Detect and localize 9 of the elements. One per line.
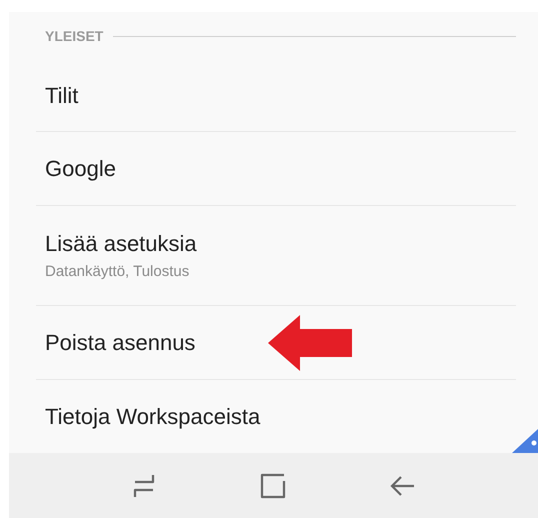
setting-title[interactable]: Lisää asetuksia [45, 231, 197, 257]
home-icon[interactable] [260, 472, 286, 498]
setting-subtitle: Datankäyttö, Tulostus [45, 263, 190, 280]
setting-title[interactable]: Google [45, 156, 116, 182]
arrow-icon [268, 315, 352, 371]
setting-title[interactable]: Tietoja Workspaceista [45, 404, 260, 430]
setting-title[interactable]: Poista asennus [45, 330, 196, 356]
setting-title[interactable]: Tilit [45, 82, 78, 108]
section-header: YLEISET [45, 28, 104, 44]
